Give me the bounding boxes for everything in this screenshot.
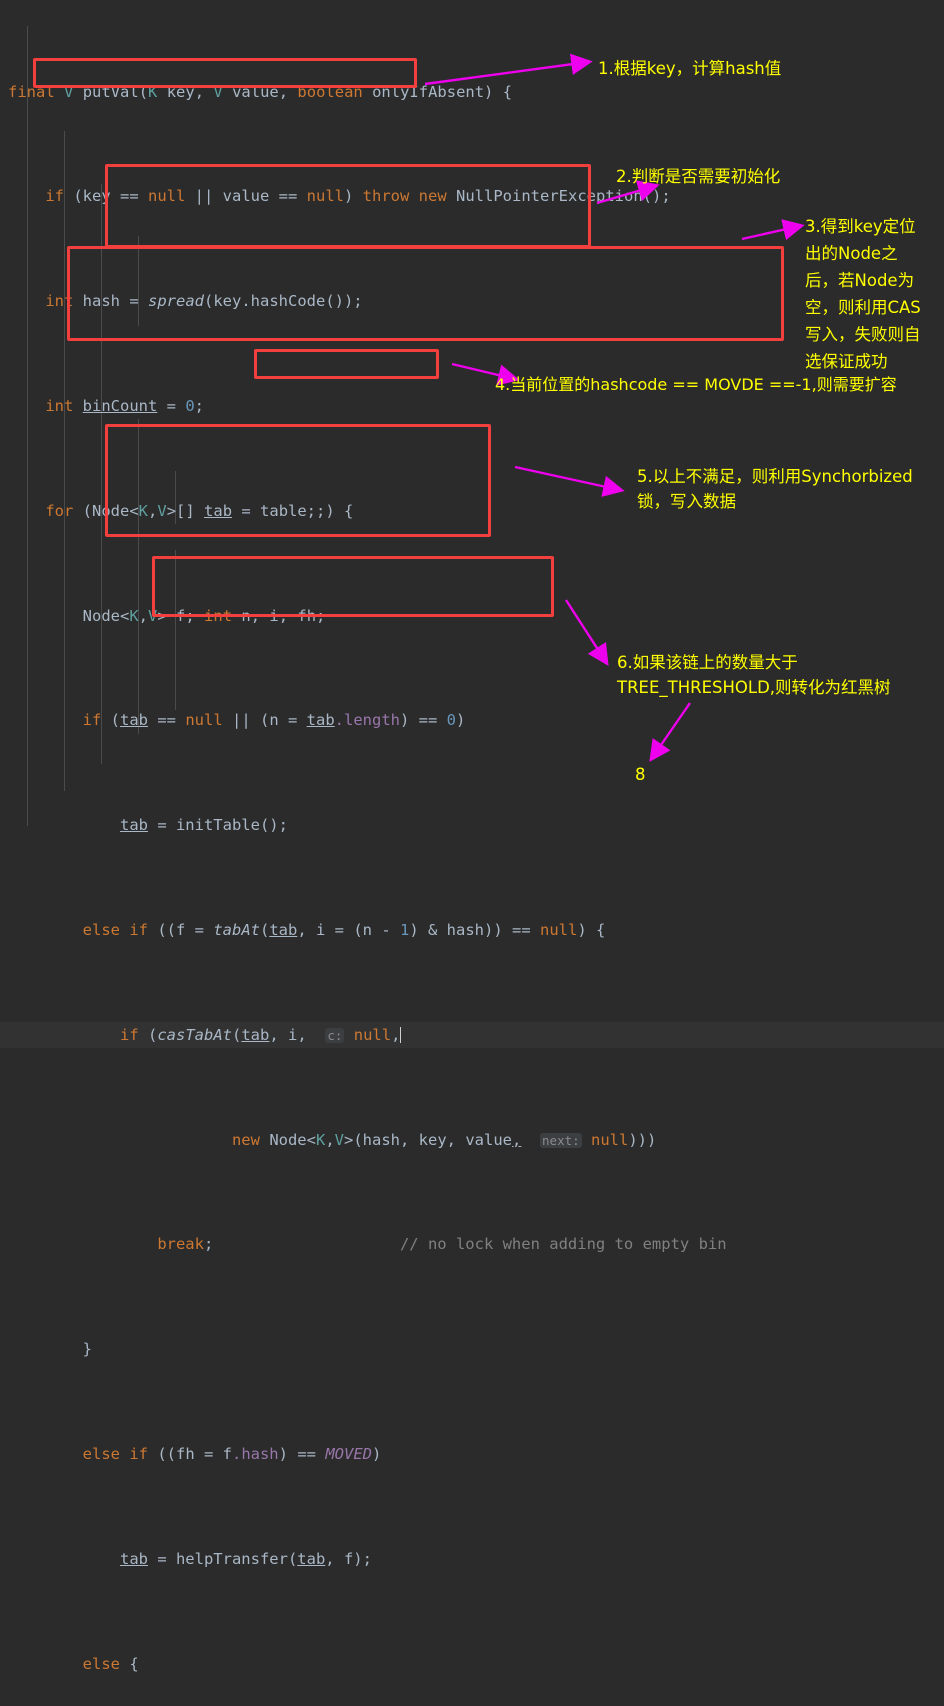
code-line[interactable]: else if ((fh = f.hash) == MOVED) — [0, 1441, 944, 1467]
annotation-note-3: 3.得到key定位 出的Node之 后，若Node为 空，则利用CAS 写入，失… — [805, 217, 921, 371]
code-line-current[interactable]: if (casTabAt(tab, i, c: null, — [0, 1021, 944, 1048]
code-line[interactable]: tab = initTable(); — [0, 812, 944, 838]
code-line[interactable]: if (key == null || value == null) throw … — [0, 183, 944, 209]
annotation-note-5: 5.以上不满足，则利用Synchorbized 锁，写入数据 — [637, 467, 913, 511]
annotation-note-4: 4.当前位置的hashcode == MOVDE ==-1,则需要扩容 — [495, 375, 897, 394]
code-editor[interactable]: final V putVal(K key, V value, boolean o… — [0, 0, 944, 1673]
code-line[interactable]: Node<K,V> f; int n, i, fh; — [0, 603, 944, 629]
code-line[interactable]: if (tab == null || (n = tab.length) == 0… — [0, 707, 944, 733]
code-line[interactable]: int hash = spread(key.hashCode()); — [0, 288, 944, 314]
annotated-code-screenshot: final V putVal(K key, V value, boolean o… — [0, 0, 944, 1673]
code-line[interactable]: new Node<K,V>(hash, key, value, next: nu… — [0, 1127, 944, 1153]
code-line[interactable]: break; // no lock when adding to empty b… — [0, 1231, 944, 1257]
code-lines[interactable]: final V putVal(K key, V value, boolean o… — [0, 0, 944, 1673]
code-line[interactable]: final V putVal(K key, V value, boolean o… — [0, 79, 944, 105]
annotation-note-6: 6.如果该链上的数量大于 TREE_THRESHOLD,则转化为红黑树 — [617, 653, 891, 697]
annotation-note-1: 1.根据key，计算hash值 — [598, 59, 782, 78]
code-line[interactable]: else if ((f = tabAt(tab, i = (n - 1) & h… — [0, 917, 944, 943]
code-line[interactable]: } — [0, 1336, 944, 1362]
annotation-note-7: 8 — [635, 765, 646, 784]
code-line[interactable]: else { — [0, 1651, 944, 1677]
annotation-note-2: 2.判断是否需要初始化 — [616, 167, 781, 186]
code-line[interactable]: tab = helpTransfer(tab, f); — [0, 1546, 944, 1572]
